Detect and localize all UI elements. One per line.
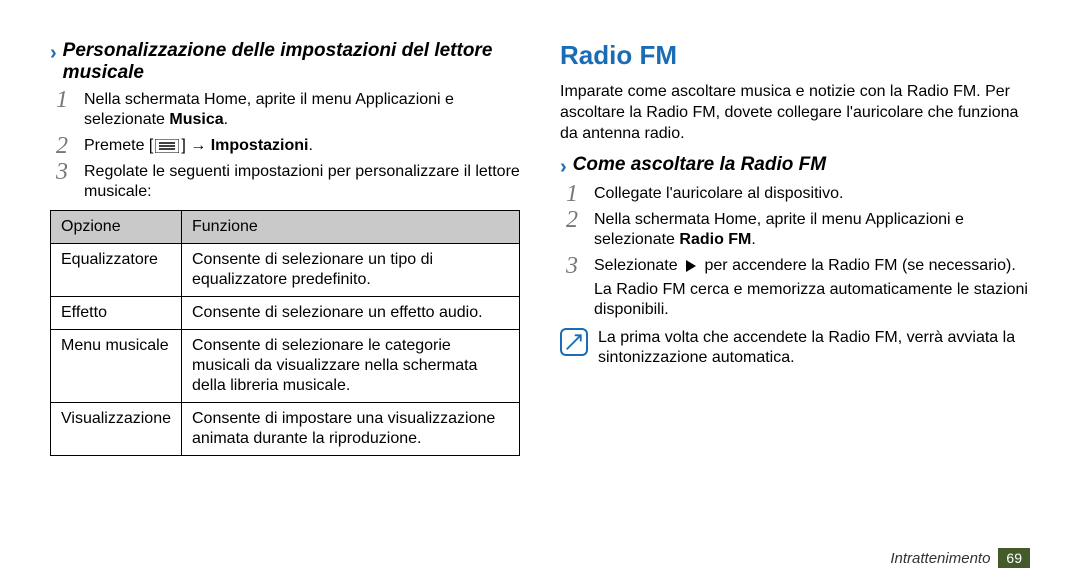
section-heading-listen: › Come ascoltare la Radio FM: [560, 154, 1030, 178]
step-text-post: .: [751, 231, 755, 248]
note-text: La prima volta che accendete la Radio FM…: [598, 328, 1030, 368]
list-item: 1 Collegate l'auricolare al dispositivo.: [566, 184, 1030, 204]
step-number: 3: [566, 256, 584, 276]
list-item: 3 Selezionate per accendere la Radio FM …: [566, 256, 1030, 320]
table-header: Opzione: [51, 211, 182, 244]
step-bold: Impostazioni: [211, 137, 309, 154]
play-icon: [684, 256, 698, 276]
step-number: 1: [56, 90, 74, 110]
list-item: 2 Nella schermata Home, aprite il menu A…: [566, 210, 1030, 250]
table-row: Equalizzatore Consente di selezionare un…: [51, 244, 520, 297]
step-number: 2: [56, 136, 74, 156]
step-text: Premete [: [84, 137, 153, 154]
step-extra: La Radio FM cerca e memorizza automatica…: [594, 280, 1030, 320]
table-cell: Visualizzazione: [51, 403, 182, 456]
step-bold: Musica: [169, 111, 223, 128]
table-cell: Menu musicale: [51, 330, 182, 403]
chevron-icon: ›: [560, 156, 567, 178]
step-text: Selezionate: [594, 257, 682, 274]
step-text: Nella schermata Home, aprite il menu App…: [84, 91, 454, 128]
table-cell: Consente di selezionare un tipo di equal…: [182, 244, 520, 297]
page-number: 69: [998, 548, 1030, 568]
step-bold: Radio FM: [679, 231, 751, 248]
page-title: Radio FM: [560, 40, 1030, 71]
table-row: Menu musicale Consente di selezionare le…: [51, 330, 520, 403]
table-cell: Effetto: [51, 297, 182, 330]
list-item: 1 Nella schermata Home, aprite il menu A…: [56, 90, 520, 130]
step-text-post: .: [224, 111, 228, 128]
steps-list-right: 1 Collegate l'auricolare al dispositivo.…: [560, 184, 1030, 320]
table-row: Effetto Consente di selezionare un effet…: [51, 297, 520, 330]
list-item: 2 Premete [ ] → Impostazioni.: [56, 136, 520, 156]
settings-table: Opzione Funzione Equalizzatore Consente …: [50, 210, 520, 456]
intro-text: Imparate come ascoltare musica e notizie…: [560, 81, 1030, 144]
steps-list-left: 1 Nella schermata Home, aprite il menu A…: [50, 90, 520, 202]
step-number: 2: [566, 210, 584, 230]
section-title: Come ascoltare la Radio FM: [573, 154, 826, 176]
step-text-mid: per accendere la Radio FM (se necessario…: [700, 257, 1016, 274]
note-box: La prima volta che accendete la Radio FM…: [560, 328, 1030, 368]
table-row: Visualizzazione Consente di impostare un…: [51, 403, 520, 456]
step-text-post: .: [308, 137, 312, 154]
footer-section: Intrattenimento: [890, 550, 990, 567]
table-cell: Consente di impostare una visualizzazion…: [182, 403, 520, 456]
table-cell: Consente di selezionare un effetto audio…: [182, 297, 520, 330]
left-column: › Personalizzazione delle impostazioni d…: [50, 40, 520, 540]
step-text-mid: ] →: [181, 137, 210, 154]
chevron-icon: ›: [50, 42, 57, 64]
section-title: Personalizzazione delle impostazioni del…: [63, 40, 520, 84]
step-text: Nella schermata Home, aprite il menu App…: [594, 211, 964, 248]
step-text: Regolate le seguenti impostazioni per pe…: [84, 163, 520, 200]
step-number: 1: [566, 184, 584, 204]
menu-icon: [155, 136, 179, 156]
list-item: 3 Regolate le seguenti impostazioni per …: [56, 162, 520, 202]
section-heading-settings: › Personalizzazione delle impostazioni d…: [50, 40, 520, 84]
table-cell: Equalizzatore: [51, 244, 182, 297]
table-cell: Consente di selezionare le categorie mus…: [182, 330, 520, 403]
page-footer: Intrattenimento 69: [890, 548, 1030, 568]
step-number: 3: [56, 162, 74, 182]
step-text: Collegate l'auricolare al dispositivo.: [594, 185, 843, 202]
note-icon: [560, 328, 588, 356]
table-header: Funzione: [182, 211, 520, 244]
right-column: Radio FM Imparate come ascoltare musica …: [560, 40, 1030, 540]
